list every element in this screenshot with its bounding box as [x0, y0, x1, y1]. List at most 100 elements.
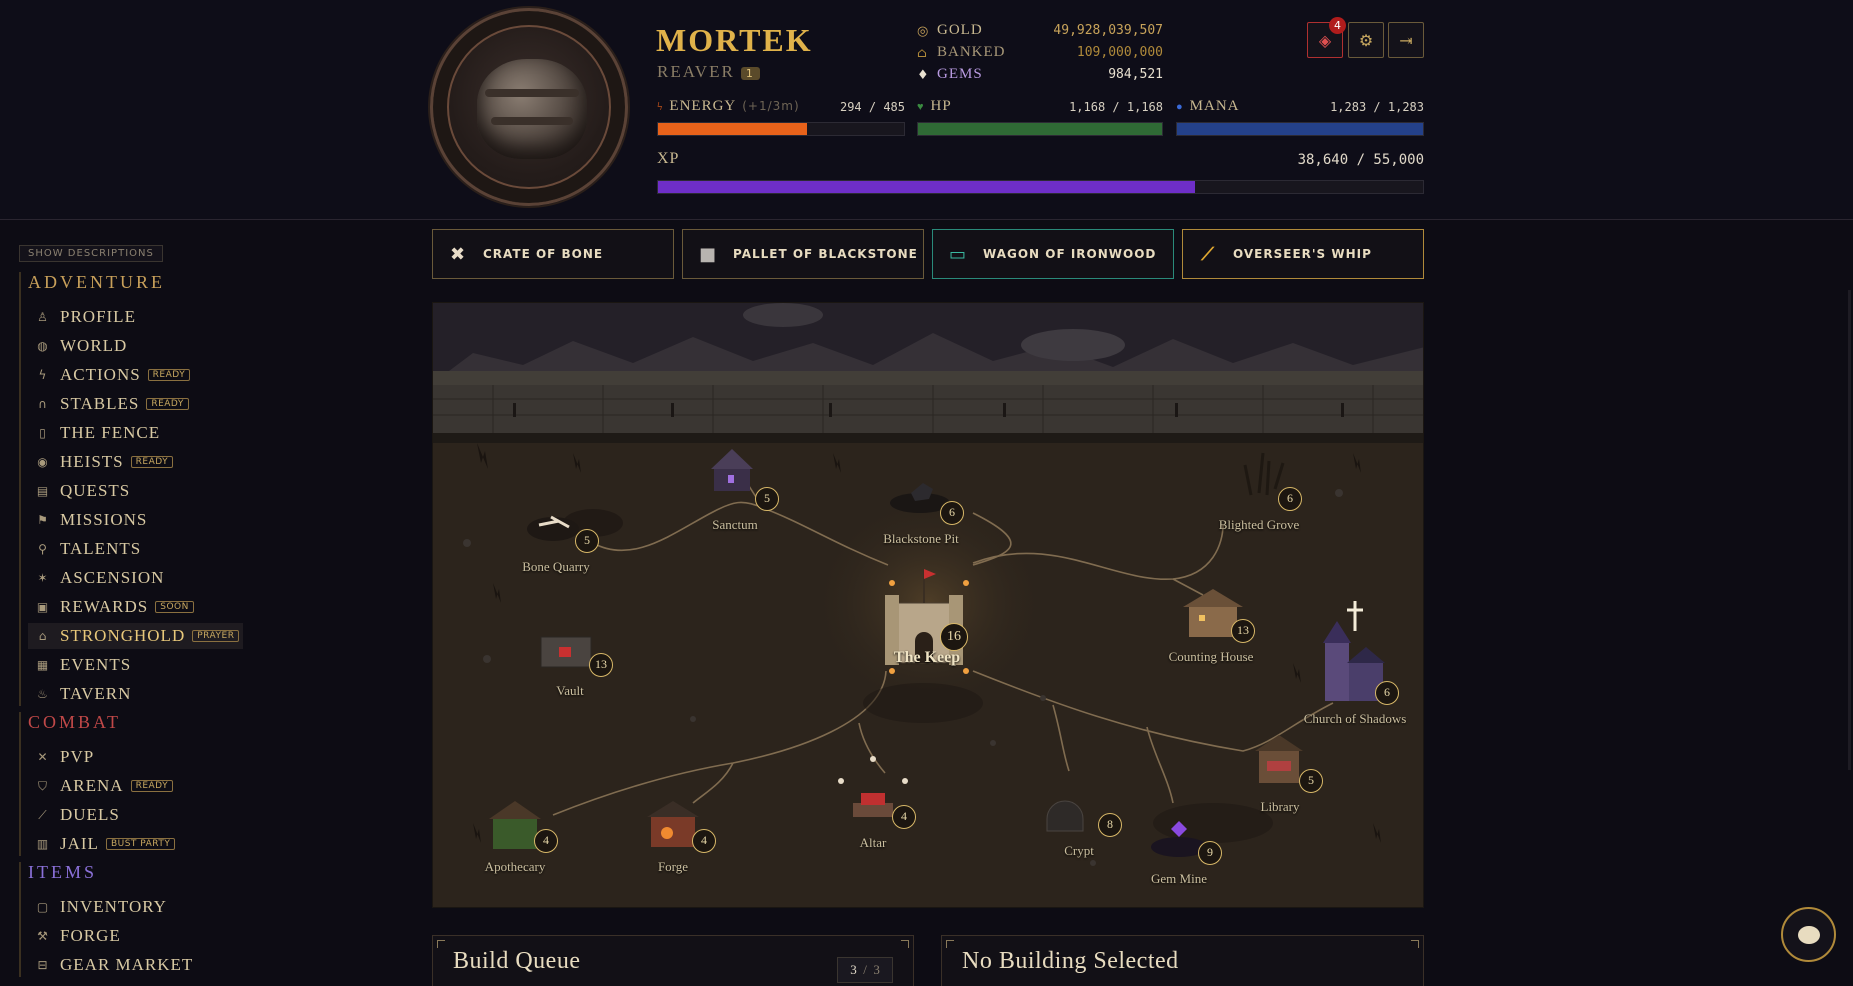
- building-label-blighted-grove[interactable]: Blighted Grove: [1219, 517, 1300, 533]
- show-descriptions-button[interactable]: SHOW DESCRIPTIONS: [19, 245, 163, 262]
- building-label-gem-mine[interactable]: Gem Mine: [1151, 871, 1207, 887]
- building-label-library[interactable]: Library: [1261, 799, 1300, 815]
- building-label-altar[interactable]: Altar: [860, 835, 887, 851]
- mana-fill: [1177, 123, 1423, 135]
- player-header: MORTEK REAVER 1 ◎ GOLD 49,928,039,507 ⌂ BANKE…: [0, 0, 1853, 220]
- building-level-badge: 4: [892, 805, 916, 829]
- building-label-the-keep[interactable]: The Keep: [894, 649, 960, 667]
- energy-rate: (+1/3m): [742, 99, 800, 113]
- sidebar-item-forge[interactable]: ⚒ FORGE: [28, 923, 125, 949]
- building-label-sanctum[interactable]: Sanctum: [712, 517, 758, 533]
- building-level-badge: 5: [1299, 769, 1323, 793]
- energy-label-text: ENERGY: [669, 98, 737, 114]
- energy-label: ϟ ENERGY (+1/3m): [657, 98, 800, 115]
- sidebar-item-heists[interactable]: ◉ HEISTS READY: [28, 449, 177, 475]
- status-badge: READY: [146, 398, 189, 410]
- status-badge: READY: [130, 456, 174, 468]
- logout-icon: ⇥: [1399, 30, 1413, 50]
- sidebar-item-label: REWARDS: [60, 597, 149, 616]
- sidebar-item-label: EVENTS: [60, 655, 132, 674]
- xp-value: 38,640 / 55,000: [1297, 152, 1424, 168]
- helmet-portrait-icon: [477, 59, 587, 159]
- building-label-apothecary[interactable]: Apothecary: [485, 859, 546, 875]
- status-badge: PRAYER: [192, 630, 240, 642]
- consumable-bone-button[interactable]: ✖ CRATE OF BONE: [432, 229, 674, 279]
- stronghold-map[interactable]: Sanctum 5 Blackstone Pit 6 Blighted Grove 6 Bo…: [432, 302, 1424, 908]
- sidebar-item-pvp[interactable]: ✕ PVP: [28, 744, 98, 770]
- sidebar-item-quests[interactable]: ▤ QUESTS: [28, 478, 134, 504]
- status-badge: BUST PARTY: [105, 838, 176, 850]
- blighted-grove-building[interactable]: [1243, 452, 1285, 496]
- building-label-church-of-shadows[interactable]: Church of Shadows: [1304, 711, 1407, 727]
- sidebar-item-label: DUELS: [60, 805, 120, 824]
- sidebar-item-profile[interactable]: ♙ PROFILE: [28, 304, 140, 330]
- sidebar-item-talents[interactable]: ⚲ TALENTS: [28, 536, 145, 562]
- diamond-bell-icon: ◈: [1318, 30, 1332, 50]
- section-title-combat: COMBAT: [28, 712, 122, 732]
- consumable-wagon-button[interactable]: ▭ WAGON OF IRONWOOD: [932, 229, 1174, 279]
- build-queue-total: 3: [873, 962, 880, 977]
- sidebar-item-ascension[interactable]: ✶ ASCENSION: [28, 565, 168, 591]
- sidebar-item-label: WORLD: [60, 336, 128, 355]
- settings-button[interactable]: ⚙: [1348, 22, 1384, 58]
- sidebar-item-stronghold[interactable]: ⌂ STRONGHOLD PRAYER: [28, 623, 244, 649]
- sidebar-item-label: QUESTS: [60, 481, 131, 500]
- chat-button[interactable]: [1781, 907, 1836, 962]
- building-label-bone-quarry[interactable]: Bone Quarry: [522, 559, 590, 575]
- consumable-whip-button[interactable]: ⟋ OVERSEER'S WHIP: [1182, 229, 1424, 279]
- section-title-adventure: ADVENTURE: [28, 272, 165, 292]
- sidebar-item-arena[interactable]: ⛉ ARENA READY: [28, 773, 177, 799]
- building-label-vault[interactable]: Vault: [556, 683, 583, 699]
- sidebar-item-events[interactable]: ▦ EVENTS: [28, 652, 135, 678]
- chat-bubble-icon: [1797, 925, 1820, 944]
- building-level-badge: 13: [1231, 619, 1255, 643]
- bone-quarry-building[interactable]: [527, 515, 579, 541]
- building-label-crypt[interactable]: Crypt: [1064, 843, 1094, 859]
- mana-track: [1176, 122, 1424, 136]
- xp-bar: XP 38,640 / 55,000: [657, 150, 1424, 194]
- library-building[interactable]: [1255, 735, 1303, 783]
- hero-avatar[interactable]: [430, 8, 628, 206]
- sidebar-item-duels[interactable]: ⟋ DUELS: [28, 802, 124, 828]
- sidebar-item-tavern[interactable]: ♨ TAVERN: [28, 681, 135, 707]
- building-level-badge: 6: [940, 501, 964, 525]
- sidebar-item-stables[interactable]: ∩ STABLES READY: [28, 391, 193, 417]
- building-label-counting-house[interactable]: Counting House: [1169, 649, 1254, 665]
- building-label-forge[interactable]: Forge: [658, 859, 688, 875]
- sidebar-item-inventory[interactable]: ▢ INVENTORY: [28, 894, 171, 920]
- church-cross-marker[interactable]: [1347, 601, 1363, 631]
- vault-building[interactable]: [540, 636, 592, 668]
- consumable-label: PALLET OF BLACKSTONE: [733, 247, 918, 261]
- backpack-icon: ▢: [36, 900, 50, 914]
- consumable-stone-block-button[interactable]: ■ PALLET OF BLACKSTONE: [682, 229, 924, 279]
- logout-button[interactable]: ⇥: [1388, 22, 1424, 58]
- shop-icon: ⊟: [37, 958, 49, 972]
- consumable-label: OVERSEER'S WHIP: [1233, 247, 1372, 261]
- lock-icon: ▯: [39, 426, 47, 440]
- sidebar-item-label: FORGE: [60, 926, 121, 945]
- hp-label-text: HP: [930, 98, 952, 114]
- anvil-icon: ⚒: [37, 929, 49, 943]
- notifications-button[interactable]: ◈ 4: [1307, 17, 1346, 58]
- sidebar-item-the-fence[interactable]: ▯ THE FENCE: [28, 420, 164, 446]
- section-divider: [19, 862, 21, 977]
- mana-value: 1,283 / 1,283: [1330, 100, 1424, 114]
- crypt-building[interactable]: [1046, 800, 1084, 832]
- building-level-badge: 13: [589, 653, 613, 677]
- sidebar-item-jail[interactable]: ▥ JAIL BUST PARTY: [28, 831, 179, 857]
- sidebar-item-world[interactable]: ◍ WORLD: [28, 333, 131, 359]
- sidebar-item-rewards[interactable]: ▣ REWARDS SOON: [28, 594, 198, 620]
- energy-track: [657, 122, 905, 136]
- lightning-icon: ϟ: [38, 368, 48, 382]
- scroll-icon: ▤: [36, 484, 50, 498]
- building-label-blackstone-pit[interactable]: Blackstone Pit: [883, 531, 958, 547]
- gear-icon: ⚙: [1358, 30, 1374, 50]
- xp-track: [657, 180, 1424, 194]
- sidebar-item-missions[interactable]: ⚑ MISSIONS: [28, 507, 151, 533]
- page-scrollbar[interactable]: [1848, 290, 1851, 770]
- sidebar-item-actions[interactable]: ϟ ACTIONS READY: [28, 362, 194, 388]
- sidebar-item-gear-market[interactable]: ⊟ GEAR MARKET: [28, 952, 197, 978]
- building-details-panel: No Building Selected: [941, 935, 1424, 986]
- sanctum-building[interactable]: [711, 449, 753, 491]
- talent-icon: ⚲: [38, 542, 48, 556]
